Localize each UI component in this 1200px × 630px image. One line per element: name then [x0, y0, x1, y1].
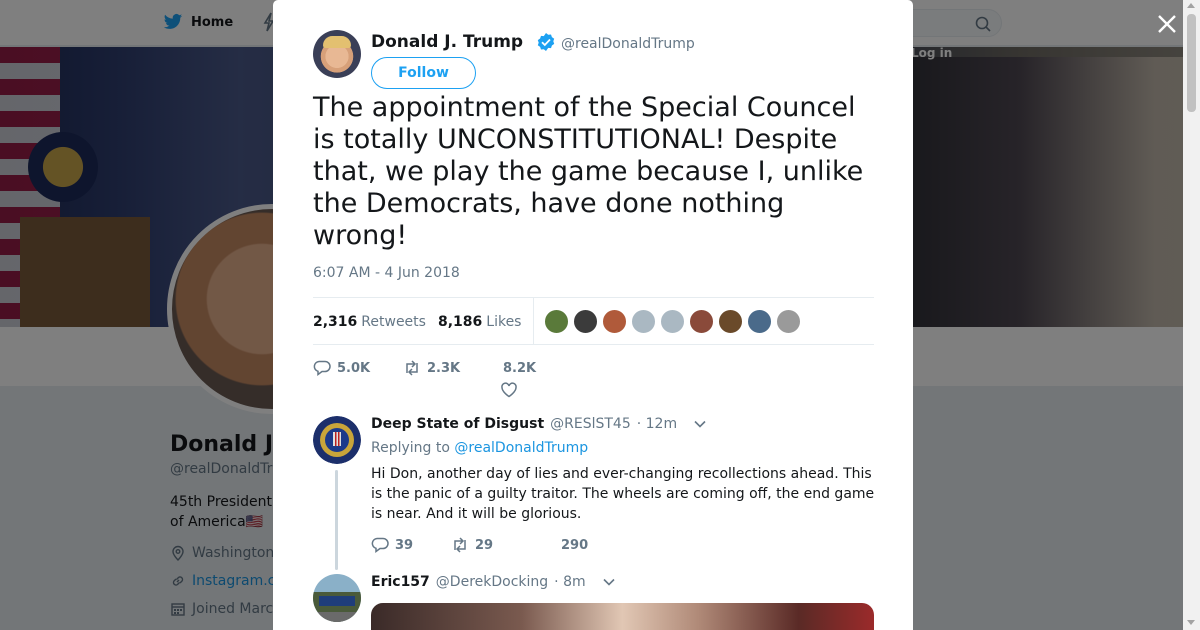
reply-button[interactable]: 5.0K [313, 359, 403, 377]
author-avatar[interactable] [313, 30, 361, 78]
liker-avatars [544, 309, 802, 334]
follow-button[interactable]: Follow [371, 57, 476, 89]
tweet-actions: 5.0K 2.3K 8.2K [313, 356, 536, 380]
reply-header: Eric157 @DerekDocking · 8m [371, 574, 616, 590]
reply-header: Deep State of Disgust @RESlST45 · 12m [371, 416, 707, 432]
tweet-stats: 2,316 Retweets 8,186 Likes [313, 298, 874, 345]
reply-like-button[interactable]: 290 [561, 538, 588, 553]
author-name[interactable]: Donald J. Trump [371, 32, 523, 52]
likes-count: 8,186 [437, 313, 483, 330]
liker-avatar[interactable] [544, 309, 570, 334]
liker-avatar[interactable] [660, 309, 686, 334]
reply-retweet-count: 29 [475, 537, 494, 553]
retweets-label: Retweets [361, 313, 426, 330]
reply-author-handle[interactable]: @RESlST45 [550, 416, 631, 432]
road-sign-avatar-icon [313, 574, 361, 622]
retweet-count: 2.3K [427, 360, 461, 376]
reply-actions: 39 29 290 [371, 536, 588, 554]
reply-author-name[interactable]: Deep State of Disgust [371, 416, 544, 432]
reply-count: 5.0K [337, 360, 371, 376]
liker-avatar[interactable] [602, 309, 628, 334]
reply-author-name[interactable]: Eric157 [371, 574, 430, 590]
like-count: 8.2K [503, 360, 537, 376]
close-icon[interactable] [1155, 12, 1179, 36]
scroll-down-arrow[interactable] [1187, 620, 1195, 625]
tweet-timestamp[interactable]: 6:07 AM - 4 Jun 2018 [313, 265, 460, 281]
liker-avatar[interactable] [631, 309, 657, 334]
reply-tweet[interactable]: Deep State of Disgust @RESlST45 · 12m Re… [313, 416, 874, 566]
retweet-icon [454, 537, 466, 553]
replying-to-mention[interactable]: @realDonaldTrump [454, 440, 588, 456]
replying-to-prefix: Replying to [371, 440, 450, 456]
author-avatar-hair [323, 36, 351, 48]
likes-stat[interactable]: 8,186 Likes [438, 314, 522, 330]
retweet-button[interactable]: 2.3K [403, 359, 503, 377]
stats-bottom-divider [313, 344, 874, 345]
chevron-down-icon[interactable] [602, 575, 616, 589]
reply-avatar-fbi-seal[interactable] [313, 416, 361, 464]
scrollbar-thumb[interactable] [1187, 14, 1196, 112]
liker-avatar[interactable] [718, 309, 744, 334]
retweets-stat[interactable]: 2,316 Retweets [313, 314, 426, 330]
liker-avatar[interactable] [689, 309, 715, 334]
replying-to-line: Replying to @realDonaldTrump [371, 440, 588, 456]
reply-reply-count: 39 [395, 537, 414, 553]
reply-icon [371, 537, 389, 553]
like-button[interactable]: 8.2K [503, 361, 536, 376]
reply-text: Hi Don, another day of lies and ever-cha… [371, 466, 875, 522]
heart-icon[interactable] [500, 381, 518, 399]
tweet-modal: Donald J. Trump @realDonaldTrump Follow … [273, 0, 913, 630]
fbi-seal-icon [313, 416, 361, 464]
reply-avatar-eric157[interactable] [313, 574, 361, 622]
thread-connector-line [335, 470, 338, 570]
chevron-down-icon[interactable] [693, 417, 707, 431]
tweet-text: The appointment of the Special Councel i… [313, 92, 864, 251]
retweet-icon [406, 360, 418, 376]
verified-badge-icon [537, 33, 555, 51]
reply-like-count: 290 [561, 537, 589, 553]
author-handle[interactable]: @realDonaldTrump [561, 36, 695, 52]
reply-retweet-button[interactable]: 29 [451, 536, 561, 554]
page-scrollbar[interactable] [1183, 0, 1200, 630]
stats-separator [533, 298, 535, 345]
retweets-count: 2,316 [313, 313, 358, 330]
likes-label: Likes [486, 313, 522, 330]
scroll-up-arrow[interactable] [1187, 3, 1195, 8]
reply-icon [313, 360, 331, 376]
reply-reply-button[interactable]: 39 [371, 536, 451, 554]
reply-time[interactable]: · 8m [554, 574, 585, 590]
liker-avatar[interactable] [776, 309, 802, 334]
reply-media-image[interactable] [371, 603, 874, 630]
liker-avatar[interactable] [747, 309, 773, 334]
liker-avatar[interactable] [573, 309, 599, 334]
reply-author-handle[interactable]: @DerekDocking [436, 574, 548, 590]
reply-time[interactable]: · 12m [637, 416, 677, 432]
